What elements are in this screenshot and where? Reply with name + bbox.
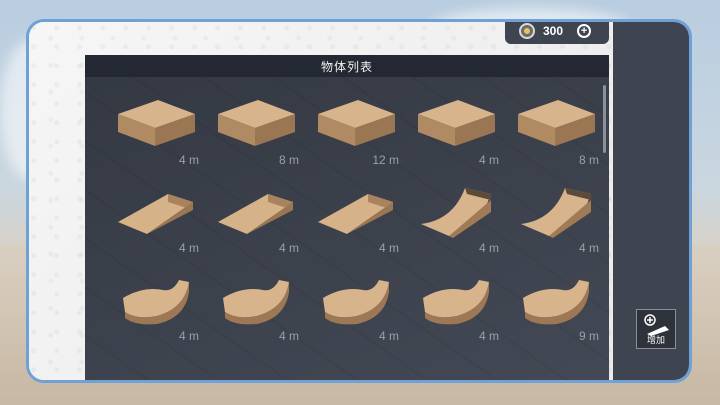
object-length: 4 m [378,241,399,255]
object-item-box[interactable]: 12 m [305,87,405,177]
object-item-box[interactable]: 8 m [205,87,305,177]
object-item-quarter-pipe[interactable]: 4 m [405,175,505,265]
curve-icon [523,280,589,325]
object-item-wedge[interactable]: 4 m [305,175,405,265]
object-length: 4 m [178,153,199,167]
object-item-wedge[interactable]: 4 m [205,175,305,265]
object-length: 4 m [478,241,499,255]
wedge-icon [118,194,193,234]
curve-icon [223,280,289,325]
curve-icon [423,280,489,325]
quarter-pipe-icon [421,188,491,238]
box-icon [118,100,195,146]
object-item-curve[interactable]: 4 m [405,263,505,353]
wedge-icon [318,194,393,234]
currency-bar: 300 + [505,22,609,44]
object-item-curve[interactable]: 4 m [105,263,205,353]
object-length: 4 m [278,329,299,343]
object-length: 4 m [178,329,199,343]
object-length: 4 m [378,329,399,343]
object-length: 4 m [278,241,299,255]
object-item-box[interactable]: 8 m [505,87,605,177]
box-icon [418,100,495,146]
object-item-box[interactable]: 4 m [405,87,505,177]
object-length: 4 m [578,241,599,255]
coin-icon [519,23,535,39]
object-item-curve[interactable]: 4 m [205,263,305,353]
object-length: 12 m [372,153,399,167]
box-icon [518,100,595,146]
object-item-curve[interactable]: 9 m [505,263,605,353]
add-ramp-icon [644,314,669,336]
curve-icon [123,280,189,325]
box-icon [318,100,395,146]
quarter-pipe-icon [521,188,591,238]
object-item-wedge[interactable]: 4 m [105,175,205,265]
object-item-box[interactable]: 4 m [105,87,205,177]
box-icon [218,100,295,146]
object-length: 9 m [578,329,599,343]
object-length: 4 m [478,153,499,167]
add-currency-button[interactable]: + [577,24,592,38]
panel-title: 物体列表 [85,55,609,77]
wedge-icon [218,194,293,234]
object-item-curve[interactable]: 4 m [305,263,405,353]
object-list-panel: 物体列表 4 m 8 m 12 m 4 m 8 m 4 m 4 m 4 m 4 m 4 m 4 m 4… [85,55,609,380]
curve-icon [323,280,389,325]
main-frame: 300 + 物体列表 4 m 8 m 12 m 4 m 8 m 4 m 4 m 4 m 4 m 4… [26,19,692,383]
object-length: 8 m [578,153,599,167]
object-length: 8 m [278,153,299,167]
object-item-quarter-pipe[interactable]: 4 m [505,175,605,265]
add-object-button[interactable]: 增加 [636,309,676,349]
object-length: 4 m [478,329,499,343]
object-length: 4 m [178,241,199,255]
currency-amount: 300 [543,24,564,38]
